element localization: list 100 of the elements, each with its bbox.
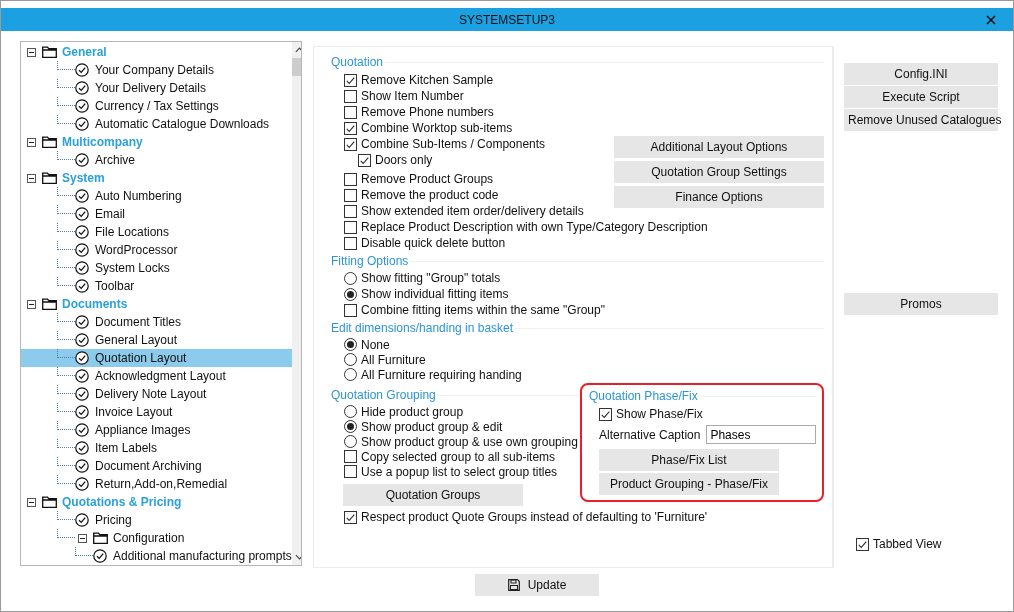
check-circle-icon [75,153,89,167]
checkbox[interactable] [344,172,357,186]
check-circle-icon [75,63,89,77]
tree-item[interactable]: Acknowledgment Layout [21,367,292,385]
radio-button[interactable] [344,435,357,448]
tree-item[interactable]: File Locations [21,223,292,241]
tree-item[interactable]: WordProcessor [21,241,292,259]
checkbox-label: Show Item Number [361,89,464,103]
check-circle-icon [75,513,89,527]
radio-button[interactable] [344,368,357,381]
side-button[interactable]: Execute Script [844,86,998,108]
checkbox[interactable] [344,220,357,234]
check-circle-icon [75,207,89,221]
quotation-groups-button[interactable]: Quotation Groups [343,484,523,506]
caption-field[interactable]: Phases [706,425,816,444]
checkbox-label: Tabbed View [873,537,942,551]
checkbox[interactable] [358,153,371,167]
checkbox[interactable] [344,73,357,87]
check-circle-icon [75,261,89,275]
checkbox-label: Remove Phone numbers [361,105,494,119]
check-circle-icon [75,387,89,401]
tree-item[interactable]: Document Titles [21,313,292,331]
checkbox[interactable] [344,121,357,135]
radio-label: None [361,337,390,352]
check-circle-icon [75,423,89,437]
tree-item[interactable]: Return,Add-on,Remedial [21,475,292,493]
checkbox[interactable] [344,236,357,250]
check-circle-icon [75,243,89,257]
close-icon[interactable] [986,15,996,25]
collapse-icon[interactable] [27,497,36,507]
folder-icon [42,46,57,58]
collapse-icon[interactable] [27,299,36,309]
checkbox-label: Copy selected group to all sub-items [361,449,556,464]
checkbox[interactable] [344,303,357,317]
phase-button[interactable]: Product Grouping - Phase/Fix [599,473,779,495]
checkbox[interactable] [344,89,357,103]
tree-item[interactable]: Your Delivery Details [21,79,292,97]
tree-item[interactable]: System Locks [21,259,292,277]
checkbox-label: Combine fitting items within the same "Group" [361,303,605,317]
radio-label: Show product group & edit [361,419,503,434]
tree-item[interactable]: Toolbar [21,277,292,295]
tree-item[interactable]: Additional manufacturing prompts [21,547,292,565]
section-title: Quotation [331,55,384,69]
update-button[interactable]: Update [475,574,599,596]
tree-item[interactable]: Archive [21,151,292,169]
phase-button[interactable]: Phase/Fix List [599,449,779,471]
tree-item[interactable]: Currency / Tax Settings [21,97,292,115]
checkbox[interactable] [344,465,357,478]
tree-item[interactable]: Delivery Note Layout [21,385,292,403]
checkbox[interactable] [344,510,357,524]
checkbox[interactable] [344,450,357,463]
checkbox[interactable] [344,105,357,119]
tree-item[interactable]: Auto Numbering [21,187,292,205]
radio-button[interactable] [344,271,357,285]
check-circle-icon [75,225,89,239]
radio-button[interactable] [344,287,357,301]
tree-item[interactable]: Pricing [21,511,292,529]
radio-label: Show fitting "Group" totals [361,271,501,285]
tree-item[interactable]: Quotation Layout [21,349,292,367]
checkbox-label: Doors only [375,153,433,167]
field-label: Alternative Caption [599,427,701,442]
check-circle-icon [75,333,89,347]
radio-button[interactable] [344,353,357,366]
option-button[interactable]: Quotation Group Settings [614,161,824,183]
collapse-icon[interactable] [27,137,36,147]
tree-folder-label[interactable]: Configuration [113,531,185,545]
radio-button[interactable] [344,405,357,418]
checkbox-label: Combine Worktop sub-items [361,121,513,135]
tree-item[interactable]: Invoice Layout [21,403,292,421]
tree-item[interactable]: Automatic Catalogue Downloads [21,115,292,133]
promos-button[interactable]: Promos [844,293,998,315]
folder-icon [42,136,57,148]
checkbox[interactable] [344,204,357,218]
section-title: Edit dimensions/handing in basket [331,321,514,335]
window-title: SYSTEMSETUP3 [459,12,555,27]
checkbox-label: Show Phase/Fix [616,407,703,421]
check-circle-icon [75,99,89,113]
folder-icon [42,496,57,508]
option-button[interactable]: Additional Layout Options [614,136,824,158]
tree-item[interactable]: General Layout [21,331,292,349]
tree-item[interactable]: Document Archiving [21,457,292,475]
radio-button[interactable] [344,420,357,433]
tree-item[interactable]: Email [21,205,292,223]
checkbox[interactable] [344,137,357,151]
option-button[interactable]: Finance Options [614,186,824,208]
collapse-icon[interactable] [78,533,87,543]
checkbox[interactable] [599,407,612,421]
tree-item[interactable]: Appliance Images [21,421,292,439]
collapse-icon[interactable] [27,47,36,57]
side-button[interactable]: Config.INI [844,63,998,85]
checkbox[interactable] [344,188,357,202]
checkbox-label: Disable quick delete button [361,236,506,250]
tree-item[interactable]: Item Labels [21,439,292,457]
tree-item[interactable]: Your Company Details [21,61,292,79]
checkbox-label: Respect product Quote Groups instead of defaulting to 'Furniture' [361,510,708,524]
check-circle-icon [75,441,89,455]
radio-button[interactable] [344,338,357,351]
collapse-icon[interactable] [27,173,36,183]
checkbox[interactable] [856,537,869,551]
radio-label: Show product group & use own grouping [361,434,578,449]
